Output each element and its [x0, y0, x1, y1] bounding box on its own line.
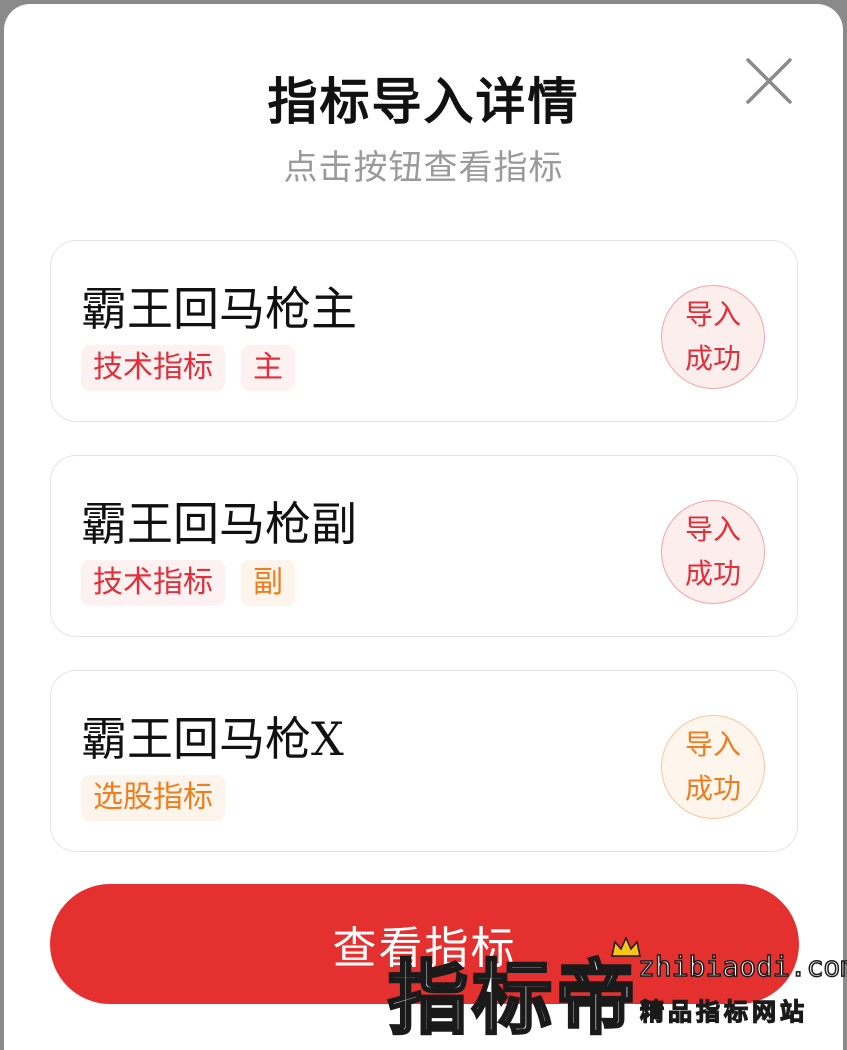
import-status-badge: 导入 成功: [661, 715, 765, 819]
tag-type: 选股指标: [81, 775, 225, 821]
close-icon[interactable]: [742, 54, 796, 108]
tag-position: 主: [241, 345, 295, 391]
dialog-title: 指标导入详情: [267, 73, 580, 131]
status-line-2: 成功: [684, 772, 741, 805]
indicator-tags: 技术指标 主: [81, 345, 295, 391]
status-line-2: 成功: [684, 557, 741, 590]
status-line-1: 导入: [684, 513, 741, 546]
import-status-badge: 导入 成功: [661, 285, 765, 389]
indicator-tags: 技术指标 副: [81, 560, 295, 606]
view-indicators-button[interactable]: 查看指标: [50, 884, 799, 1004]
status-line-2: 成功: [684, 342, 741, 375]
import-details-dialog: 指标导入详情 点击按钮查看指标 霸王回马枪主 技术指标 主 导入 成功 霸王回马…: [4, 4, 843, 1050]
indicator-card: 霸王回马枪副 技术指标 副 导入 成功: [50, 455, 798, 637]
indicator-card: 霸王回马枪X 选股指标 导入 成功: [50, 670, 798, 852]
indicator-name: 霸王回马枪X: [81, 712, 344, 766]
indicator-name: 霸王回马枪副: [81, 497, 357, 551]
status-line-1: 导入: [684, 728, 741, 761]
status-line-1: 导入: [684, 298, 741, 331]
tag-type: 技术指标: [81, 345, 225, 391]
indicator-tags: 选股指标: [81, 775, 225, 821]
dialog-subtitle: 点击按钮查看指标: [283, 148, 564, 188]
indicator-name: 霸王回马枪主: [81, 282, 357, 336]
indicator-card: 霸王回马枪主 技术指标 主 导入 成功: [50, 240, 798, 422]
tag-type: 技术指标: [81, 560, 225, 606]
import-status-badge: 导入 成功: [661, 500, 765, 604]
tag-position: 副: [241, 560, 295, 606]
